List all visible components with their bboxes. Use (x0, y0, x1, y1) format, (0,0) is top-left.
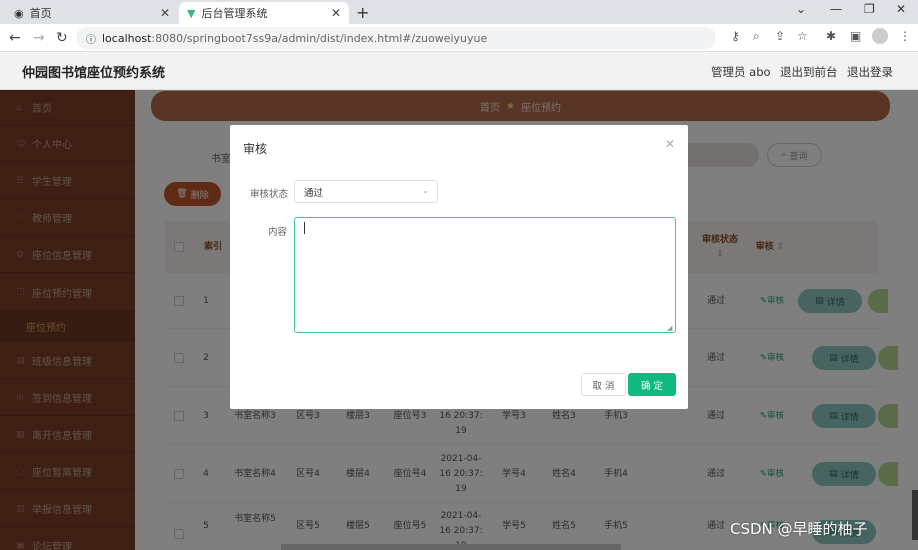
key-icon[interactable]: ⚷ (731, 29, 740, 43)
back-icon[interactable]: ← (9, 30, 21, 46)
status-field-label: 审核状态 (250, 189, 289, 200)
share-icon[interactable]: ⇪ (775, 29, 785, 43)
scrollbar-thumb[interactable] (912, 490, 918, 540)
zoom-icon[interactable]: ⌕ (753, 29, 760, 44)
profile-avatar-icon[interactable] (872, 28, 888, 44)
url-field[interactable]: ⓘ localhost:8080/springboot7ss9a/admin/d… (76, 27, 716, 49)
cancel-button[interactable]: 取 消 (581, 373, 626, 396)
chevron-down-icon: ⌄ (422, 186, 429, 195)
window-close-icon[interactable]: ✕ (896, 2, 906, 16)
status-select[interactable]: 通过 ⌄ (294, 180, 438, 203)
forward-icon[interactable]: → (33, 30, 45, 46)
current-user: 管理员 abo (711, 65, 771, 79)
watermark: CSDN @早睡的柚子 (730, 520, 868, 538)
extensions-icon[interactable]: ✱ (826, 29, 836, 43)
logout-link[interactable]: 退出登录 (847, 64, 893, 80)
confirm-button[interactable]: 确 定 (628, 373, 676, 396)
url-host: localhost (102, 31, 152, 45)
chevron-down-icon[interactable]: ⌄ (796, 2, 806, 16)
close-icon[interactable]: ✕ (160, 6, 170, 20)
dialog-title: 审核 (243, 142, 268, 156)
globe-icon: ◉ (14, 6, 24, 20)
vue-logo-icon: ▼ (187, 6, 196, 20)
restore-icon[interactable]: ❐ (864, 2, 875, 16)
close-icon[interactable]: ✕ (665, 137, 675, 151)
minimize-icon[interactable]: — (830, 2, 842, 16)
back-to-front-link[interactable]: 退出到前台 (780, 64, 838, 80)
content-field-label: 内容 (268, 227, 288, 238)
close-icon[interactable]: ✕ (331, 6, 341, 20)
content-textarea[interactable] (294, 217, 676, 333)
url-path: :8080/springboot7ss9a/admin/dist/index.h… (151, 31, 488, 45)
reload-icon[interactable]: ↻ (56, 30, 68, 46)
browser-tab-admin[interactable]: ▼ 后台管理系统 ✕ (179, 2, 349, 24)
tab-title: 首页 (29, 7, 52, 20)
taskbar-strip (281, 544, 621, 550)
status-select-value: 通过 (304, 187, 324, 199)
app-title: 仲园图书馆座位预约系统 (22, 66, 166, 81)
tab-title: 后台管理系统 (201, 7, 268, 20)
sidepanel-icon[interactable]: ▣ (850, 29, 861, 43)
info-icon: ⓘ (86, 34, 96, 46)
resize-handle-icon[interactable]: ◢ (667, 324, 675, 332)
more-icon[interactable]: ⋮ (899, 29, 911, 43)
bookmark-star-icon[interactable]: ☆ (797, 29, 808, 43)
text-caret (304, 222, 305, 234)
new-tab-button[interactable]: + (356, 3, 369, 22)
browser-tab-home[interactable]: ◉ 首页 ✕ (6, 2, 178, 24)
